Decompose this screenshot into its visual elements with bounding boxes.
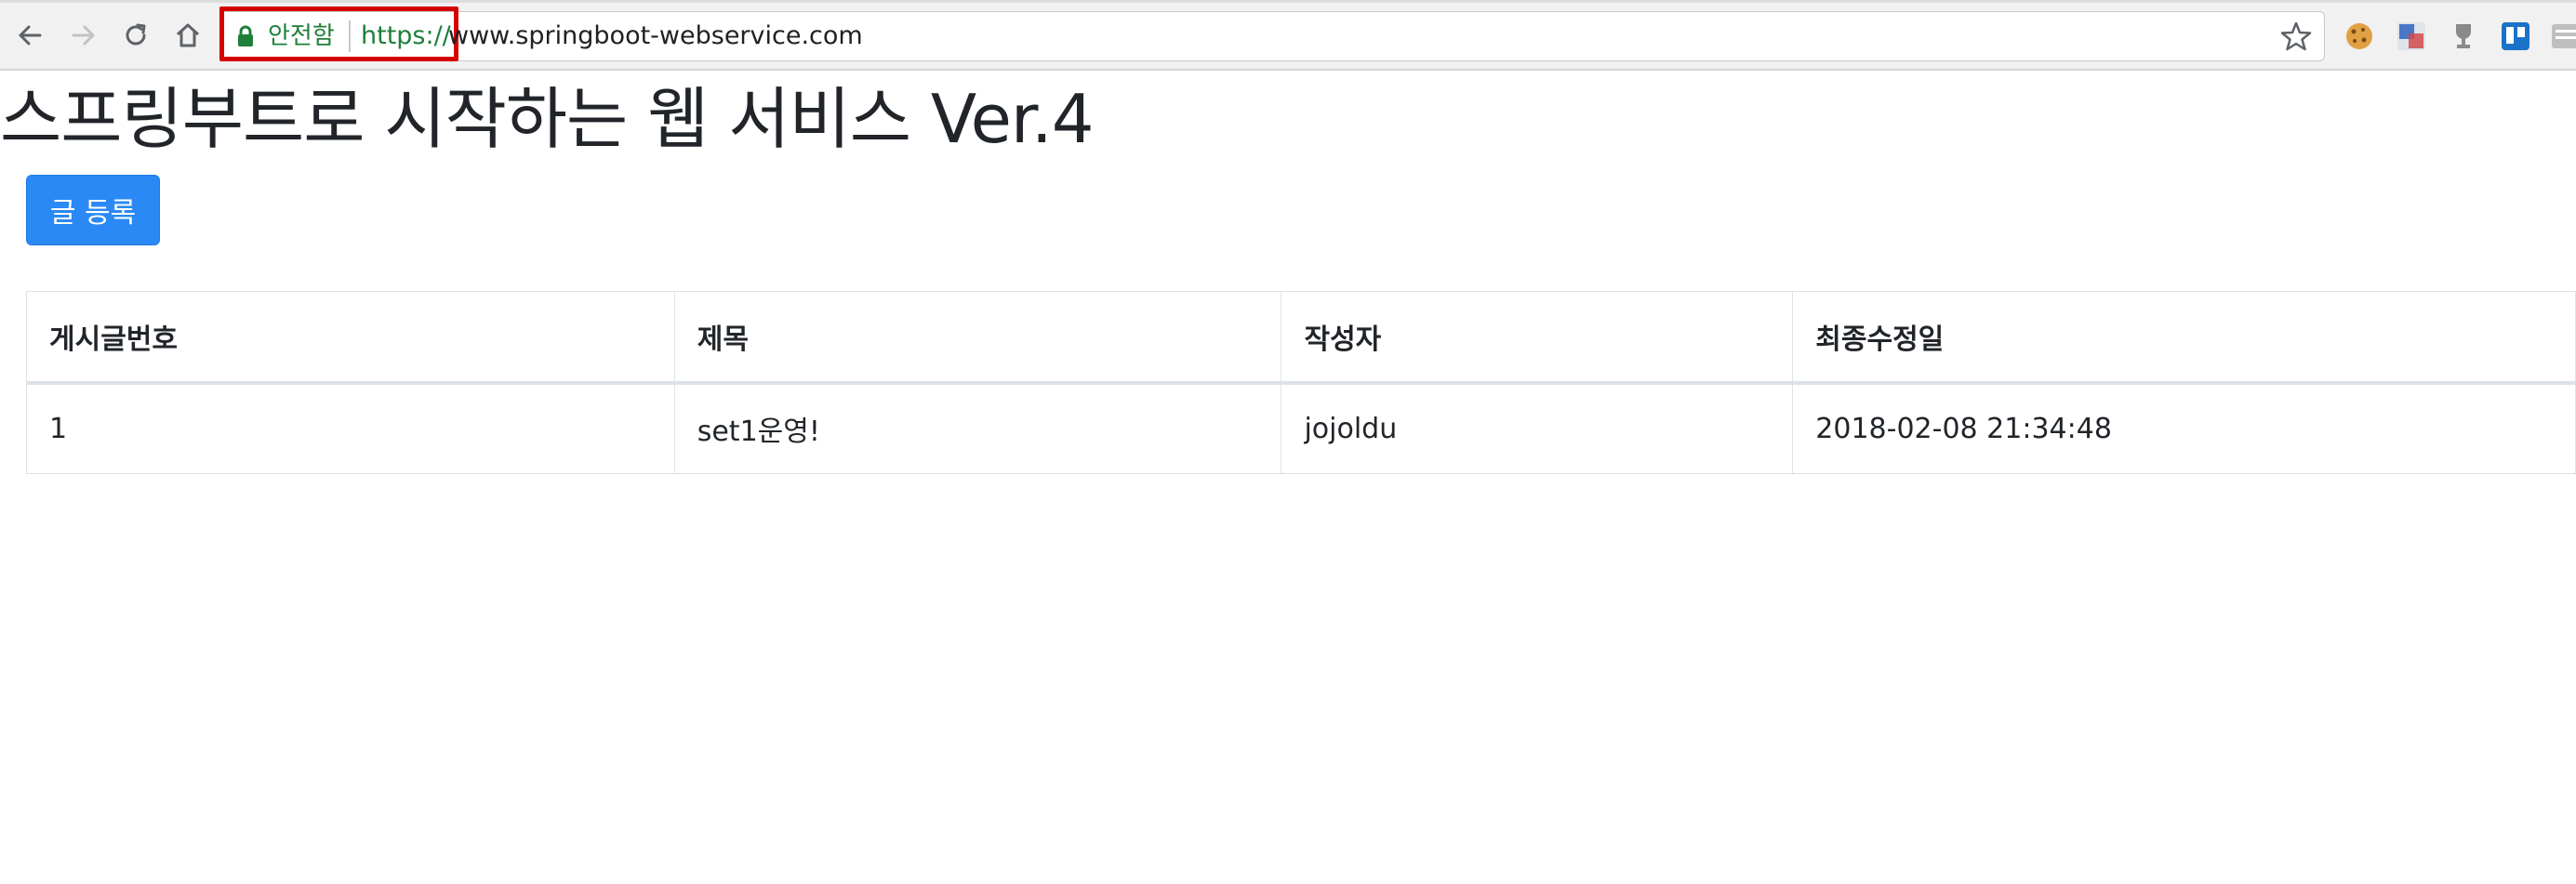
- browser-toolbar: 안전함 https:// www.springboot-webservice.c…: [0, 0, 2576, 71]
- column-header-author: 작성자: [1281, 291, 1794, 385]
- page-title: 스프링부트로 시작하는 웹 서비스 Ver.4: [0, 80, 1095, 158]
- url-scheme[interactable]: https://: [361, 19, 451, 54]
- reload-icon: [126, 23, 146, 46]
- forward-icon: [72, 25, 95, 46]
- home-icon: [176, 23, 200, 47]
- extension-icon[interactable]: [2550, 20, 2576, 52]
- translate-extension-icon[interactable]: [2396, 20, 2427, 52]
- cell-author: jojoldu: [1281, 382, 1794, 474]
- address-divider: [349, 20, 351, 52]
- trophy-extension-icon[interactable]: [2448, 20, 2479, 52]
- column-header-title: 제목: [673, 291, 1282, 385]
- register-post-button[interactable]: 글 등록: [26, 175, 160, 245]
- cell-post-number: 1: [26, 382, 675, 474]
- posts-table: 게시글번호 제목 작성자 최종수정일 1 set1운영! jojoldu 201…: [26, 291, 2576, 474]
- column-header-modified-date: 최종수정일: [1792, 291, 2576, 385]
- reload-button[interactable]: [115, 15, 156, 56]
- url-host[interactable]: www.springboot-webservice.com: [448, 19, 863, 54]
- home-button[interactable]: [167, 15, 208, 56]
- forward-button[interactable]: [63, 15, 104, 56]
- cookie-extension-icon[interactable]: [2344, 20, 2375, 52]
- back-button[interactable]: [9, 15, 50, 56]
- back-icon: [19, 25, 42, 46]
- bookmark-star-icon[interactable]: [2280, 20, 2312, 52]
- cell-title[interactable]: set1운영!: [673, 382, 1282, 474]
- column-header-post-number: 게시글번호: [26, 291, 675, 385]
- table-row[interactable]: 1 set1운영! jojoldu 2018-02-08 21:34:48: [26, 382, 2576, 474]
- tab-strip-edge: [0, 0, 2576, 3]
- trello-extension-icon[interactable]: [2500, 20, 2531, 52]
- cell-modified-date: 2018-02-08 21:34:48: [1792, 382, 2576, 474]
- table-header-row: 게시글번호 제목 작성자 최종수정일: [26, 291, 2576, 385]
- lock-icon[interactable]: [236, 25, 255, 47]
- security-label[interactable]: 안전함: [268, 19, 335, 54]
